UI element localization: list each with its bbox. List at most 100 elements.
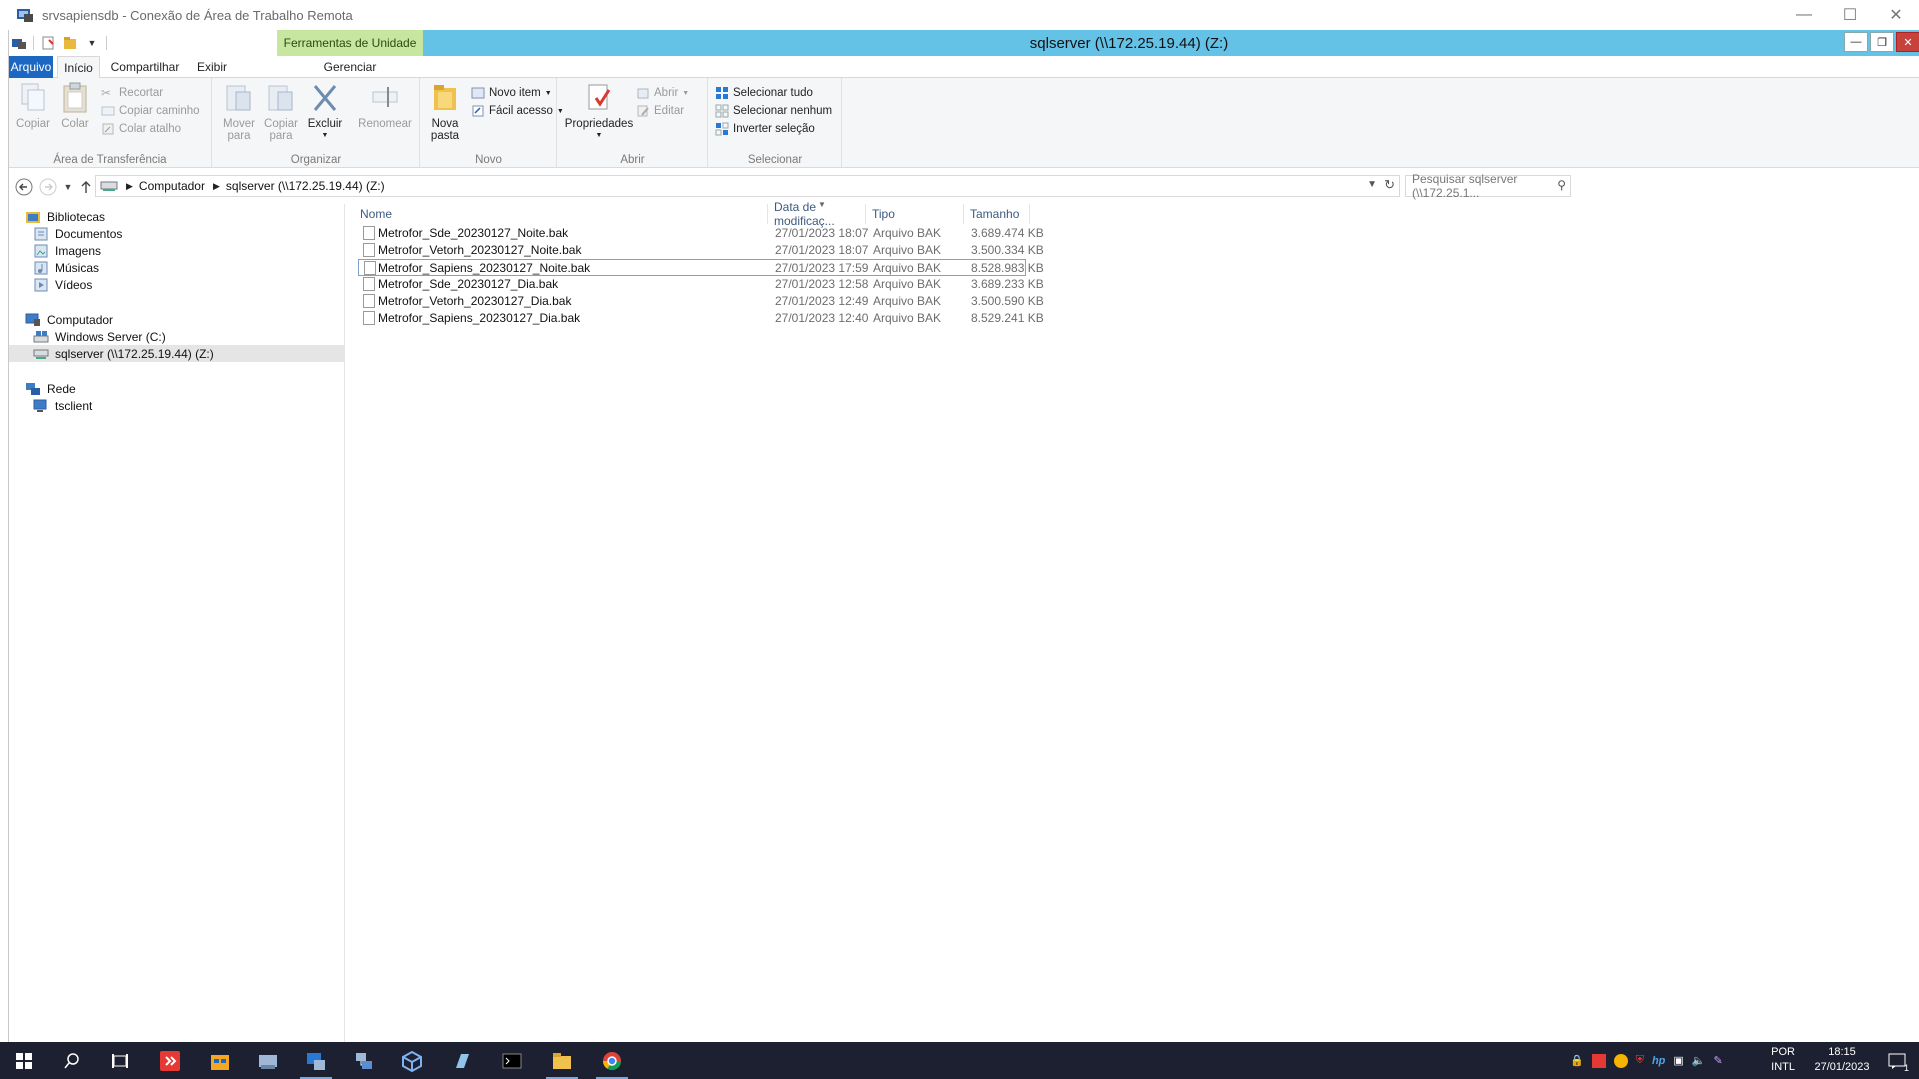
file-row[interactable]: Metrofor_Vetorh_20230127_Noite.bak 27/01… bbox=[358, 242, 1044, 259]
column-header-name[interactable]: Nome bbox=[354, 204, 768, 224]
column-header-size[interactable]: Tamanho bbox=[964, 204, 1030, 224]
paste-button[interactable]: Colar bbox=[55, 82, 95, 130]
tab-manage[interactable]: Gerenciar bbox=[277, 56, 423, 78]
pen-tray-icon[interactable]: ✎ bbox=[1714, 1054, 1723, 1067]
file-row[interactable]: Metrofor_Sde_20230127_Dia.bak 27/01/2023… bbox=[358, 276, 1044, 293]
select-all-button[interactable]: Selecionar tudo bbox=[715, 84, 813, 102]
editor-icon bbox=[456, 1053, 469, 1068]
new-item-dropdown-icon: ▼ bbox=[544, 89, 552, 97]
search-icon: ⚲ bbox=[1557, 178, 1566, 192]
file-row-selected[interactable]: Metrofor_Sapiens_20230127_Noite.bak 27/0… bbox=[358, 259, 1044, 276]
taskbar-app-editor[interactable] bbox=[440, 1042, 484, 1079]
task-view-button[interactable] bbox=[98, 1042, 142, 1079]
language-indicator[interactable]: POR INTL bbox=[1771, 1045, 1795, 1075]
copy-button[interactable]: Copiar bbox=[13, 82, 53, 130]
network-tray-icon[interactable]: ▣ bbox=[1673, 1054, 1683, 1067]
file-type: Arquivo BAK bbox=[873, 311, 942, 325]
customize-quick-access-icon[interactable]: ▼ bbox=[84, 35, 100, 51]
new-folder-quick-icon[interactable] bbox=[62, 35, 78, 51]
refresh-icon[interactable]: ↻ bbox=[1384, 177, 1395, 193]
nav-item-videos[interactable]: Vídeos bbox=[9, 276, 345, 293]
chrome-tray-icon[interactable] bbox=[1613, 1053, 1628, 1068]
back-button[interactable] bbox=[13, 176, 35, 198]
tab-file[interactable]: Arquivo bbox=[9, 56, 53, 78]
taskbar-app-file-explorer[interactable] bbox=[540, 1042, 584, 1079]
file-row[interactable]: Metrofor_Vetorh_20230127_Dia.bak 27/01/2… bbox=[358, 293, 1044, 310]
file-date: 27/01/2023 18:07 bbox=[775, 243, 869, 257]
taskbar-app-store[interactable] bbox=[198, 1042, 242, 1079]
properties-quick-icon[interactable] bbox=[40, 35, 56, 51]
minimize-button[interactable]: — bbox=[1844, 32, 1868, 52]
shield-tray-icon[interactable]: ⛨ bbox=[1636, 1054, 1644, 1067]
up-button[interactable] bbox=[75, 176, 97, 198]
taskbar-app-network[interactable] bbox=[342, 1042, 386, 1079]
start-button[interactable] bbox=[2, 1042, 46, 1079]
column-header-date[interactable]: Data de modificaç... bbox=[768, 200, 866, 228]
address-bar[interactable]: ▶ Computador ▶ sqlserver (\\172.25.19.44… bbox=[95, 175, 1400, 197]
new-item-icon bbox=[471, 87, 485, 99]
paste-shortcut-button[interactable]: Colar atalho bbox=[101, 120, 181, 138]
properties-button[interactable]: Propriedades ▼ bbox=[564, 82, 634, 142]
notification-center-button[interactable]: 1 bbox=[1875, 1042, 1919, 1079]
network-icon bbox=[26, 382, 40, 395]
hp-tray-icon[interactable]: hp bbox=[1652, 1055, 1665, 1067]
window-menu-icon[interactable] bbox=[11, 35, 27, 51]
cut-button[interactable]: ✂ Recortar bbox=[101, 84, 163, 102]
tab-view[interactable]: Exibir bbox=[187, 56, 237, 78]
file-row[interactable]: Metrofor_Sde_20230127_Noite.bak 27/01/20… bbox=[358, 225, 1044, 242]
anydesk-tray-icon[interactable] bbox=[1591, 1053, 1606, 1068]
file-row[interactable]: Metrofor_Sapiens_20230127_Dia.bak 27/01/… bbox=[358, 310, 1044, 327]
select-none-button[interactable]: Selecionar nenhum bbox=[715, 102, 832, 120]
copy-to-button[interactable]: Copiar para bbox=[261, 82, 301, 142]
forward-button[interactable] bbox=[37, 176, 59, 198]
close-button[interactable]: ✕ bbox=[1896, 32, 1919, 52]
chrome-icon bbox=[603, 1051, 621, 1070]
new-folder-button[interactable]: Nova pasta bbox=[425, 82, 465, 142]
taskbar-app-remote-desktop[interactable] bbox=[294, 1042, 338, 1079]
tab-home[interactable]: Início bbox=[57, 56, 100, 79]
anydesk-icon bbox=[160, 1050, 180, 1071]
volume-tray-icon[interactable]: 🔈 bbox=[1692, 1054, 1706, 1067]
nav-item-images[interactable]: Imagens bbox=[9, 242, 345, 259]
search-taskbar-button[interactable] bbox=[50, 1042, 94, 1079]
new-item-button[interactable]: Novo item ▼ bbox=[471, 84, 552, 102]
paste-label: Colar bbox=[61, 118, 89, 130]
breadcrumb-sqlserver[interactable]: sqlserver (\\172.25.19.44) (Z:) bbox=[226, 179, 385, 193]
easy-access-button[interactable]: Fácil acesso ▼ bbox=[471, 102, 564, 120]
invert-selection-button[interactable]: Inverter seleção bbox=[715, 120, 815, 138]
restore-button[interactable]: ❐ bbox=[1870, 32, 1894, 52]
taskbar-app-virtualbox[interactable] bbox=[390, 1042, 434, 1079]
move-to-button[interactable]: Mover para bbox=[219, 82, 259, 142]
invert-selection-icon bbox=[715, 122, 729, 136]
nav-item-tsclient[interactable]: tsclient bbox=[9, 397, 345, 414]
search-input[interactable]: Pesquisar sqlserver (\\172.25.1... ⚲ bbox=[1405, 172, 1571, 200]
column-header-type[interactable]: Tipo bbox=[866, 204, 964, 224]
taskbar-app-server-manager[interactable] bbox=[246, 1042, 290, 1079]
rdp-maximize-button[interactable]: ☐ bbox=[1827, 0, 1873, 30]
new-item-label: Novo item bbox=[489, 87, 541, 99]
lock-tray-icon[interactable]: 🔒 bbox=[1570, 1054, 1584, 1067]
tab-share[interactable]: Compartilhar bbox=[103, 56, 187, 78]
address-history-dropdown-icon[interactable]: ▼ bbox=[1367, 179, 1377, 190]
clock[interactable]: 18:15 27/01/2023 bbox=[1811, 1045, 1873, 1075]
nav-item-network[interactable]: Rede bbox=[9, 380, 345, 397]
nav-item-drive-z[interactable]: sqlserver (\\172.25.19.44) (Z:) bbox=[9, 345, 345, 362]
taskbar-app-anydesk[interactable] bbox=[148, 1042, 192, 1079]
rdp-close-button[interactable]: ✕ bbox=[1873, 0, 1919, 30]
nav-item-documents[interactable]: Documentos bbox=[9, 225, 345, 242]
breadcrumb-computer[interactable]: Computador bbox=[139, 179, 205, 193]
delete-button[interactable]: Excluir ▼ bbox=[305, 82, 345, 142]
taskbar-app-chrome[interactable] bbox=[590, 1042, 634, 1079]
paste-icon bbox=[63, 82, 87, 113]
nav-item-music[interactable]: Músicas bbox=[9, 259, 345, 276]
copy-path-button[interactable]: Copiar caminho bbox=[101, 102, 200, 120]
edit-button[interactable]: Editar bbox=[636, 102, 684, 120]
file-size: 3.500.334 KB bbox=[971, 243, 1044, 257]
nav-item-drive-c[interactable]: Windows Server (C:) bbox=[9, 328, 345, 345]
taskbar-app-terminal[interactable] bbox=[490, 1042, 534, 1079]
nav-item-libraries[interactable]: Bibliotecas bbox=[9, 208, 345, 225]
open-button[interactable]: Abrir ▼ bbox=[636, 84, 689, 102]
rdp-minimize-button[interactable]: — bbox=[1781, 0, 1827, 30]
rename-button[interactable]: Renomear bbox=[357, 82, 413, 130]
nav-item-computer[interactable]: Computador bbox=[9, 311, 345, 328]
